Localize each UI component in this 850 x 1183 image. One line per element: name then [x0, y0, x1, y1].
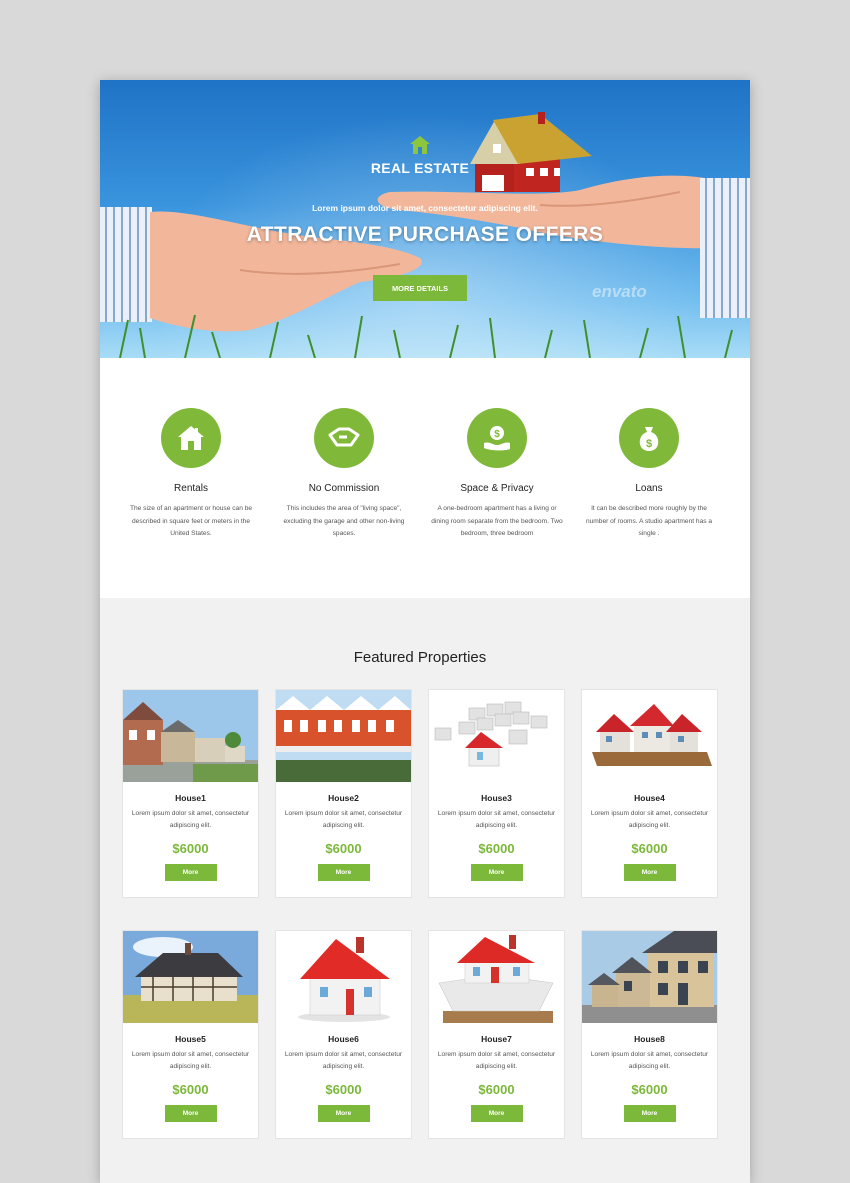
more-button[interactable]: More: [470, 1105, 523, 1122]
property-card[interactable]: House8 Lorem ipsum dolor sit amet, conse…: [581, 930, 718, 1139]
property-card[interactable]: House1 Lorem ipsum dolor sit amet, conse…: [122, 689, 259, 898]
more-button[interactable]: More: [164, 864, 217, 881]
property-desc: Lorem ipsum dolor sit amet, consectetur …: [437, 810, 556, 829]
property-price: $6000: [631, 1082, 668, 1097]
brand-name: REAL ESTATE: [370, 160, 470, 176]
property-price: $6000: [631, 841, 668, 856]
property-desc: Lorem ipsum dolor sit amet, consectetur …: [590, 810, 709, 829]
property-price: $6000: [172, 841, 209, 856]
money-hand-icon: $: [467, 408, 527, 468]
feature-no-commission: No Commission This includes the area of …: [269, 408, 419, 541]
svg-text:$: $: [494, 429, 500, 440]
feature-title: No Commission: [308, 483, 380, 494]
feature-desc: The size of an apartment or house can be…: [129, 505, 253, 537]
feature-title: Rentals: [174, 483, 208, 494]
feature-desc: A one-bedroom apartment has a living or …: [431, 505, 563, 537]
property-desc: Lorem ipsum dolor sit amet, consectetur …: [131, 810, 250, 829]
more-button[interactable]: More: [317, 864, 370, 881]
more-button[interactable]: More: [164, 1105, 217, 1122]
property-card[interactable]: House3 Lorem ipsum dolor sit amet, conse…: [428, 689, 565, 898]
property-card[interactable]: House2 Lorem ipsum dolor sit amet, conse…: [275, 689, 412, 898]
property-name: House8: [634, 1034, 665, 1044]
house-icon: [161, 408, 221, 468]
house1-photo: [123, 690, 258, 782]
property-price: $6000: [325, 1082, 362, 1097]
property-desc: Lorem ipsum dolor sit amet, consectetur …: [284, 1051, 403, 1070]
more-button[interactable]: More: [317, 1105, 370, 1122]
property-price: $6000: [478, 1082, 515, 1097]
property-price: $6000: [172, 1082, 209, 1097]
handshake-icon: [314, 408, 374, 468]
property-name: House5: [175, 1034, 206, 1044]
property-desc: Lorem ipsum dolor sit amet, consectetur …: [284, 810, 403, 829]
property-card[interactable]: House5 Lorem ipsum dolor sit amet, conse…: [122, 930, 259, 1139]
feature-title: Space & Privacy: [460, 483, 534, 494]
house5-photo: [123, 931, 258, 1023]
property-name: House6: [328, 1034, 359, 1044]
property-desc: Lorem ipsum dolor sit amet, consectetur …: [131, 1051, 250, 1070]
property-card[interactable]: House6 Lorem ipsum dolor sit amet, conse…: [275, 930, 412, 1139]
property-price: $6000: [478, 841, 515, 856]
more-button[interactable]: More: [623, 864, 676, 881]
more-button[interactable]: More: [623, 1105, 676, 1122]
house6-photo: [276, 931, 411, 1023]
feature-space-privacy: $ Space & Privacy A one-bedroom apartmen…: [422, 408, 572, 541]
property-name: House1: [175, 793, 206, 803]
money-bag-icon: $: [619, 408, 679, 468]
page: REAL ESTATE Lorem ipsum dolor sit amet, …: [100, 80, 750, 1183]
house4-photo: [582, 690, 717, 782]
property-name: House4: [634, 793, 665, 803]
house8-photo: [582, 931, 717, 1023]
feature-loans: $ Loans It can be described more roughly…: [574, 408, 724, 541]
house3-photo: [429, 690, 564, 782]
features-section: Rentals The size of an apartment or hous…: [100, 358, 750, 598]
house7-photo: [429, 931, 564, 1023]
property-desc: Lorem ipsum dolor sit amet, consectetur …: [437, 1051, 556, 1070]
house2-photo: [276, 690, 411, 782]
feature-desc: This includes the area of "living space"…: [283, 505, 405, 537]
property-name: House2: [328, 793, 359, 803]
hero-headline: ATTRACTIVE PURCHASE OFFERS: [246, 223, 604, 246]
hero-tagline: Lorem ipsum dolor sit amet, consectetur …: [312, 203, 538, 213]
more-button[interactable]: More: [470, 864, 523, 881]
feature-rentals: Rentals The size of an apartment or hous…: [116, 408, 266, 541]
property-card[interactable]: House4 Lorem ipsum dolor sit amet, conse…: [581, 689, 718, 898]
envato-watermark: envato: [592, 282, 647, 301]
featured-properties-section: Featured Properties House1 Lorem ipsum d…: [100, 598, 750, 1183]
property-card[interactable]: House7 Lorem ipsum dolor sit amet, conse…: [428, 930, 565, 1139]
property-desc: Lorem ipsum dolor sit amet, consectetur …: [590, 1051, 709, 1070]
property-name: House7: [481, 1034, 512, 1044]
hero-hands-house-illustration: [100, 112, 750, 358]
hero-banner: REAL ESTATE Lorem ipsum dolor sit amet, …: [100, 80, 750, 358]
property-name: House3: [481, 793, 512, 803]
feature-desc: It can be described more roughly by the …: [585, 505, 713, 537]
feature-title: Loans: [635, 483, 663, 494]
more-details-button[interactable]: MORE DETAILS: [373, 275, 467, 301]
section-heading: Featured Properties: [353, 649, 487, 666]
svg-text:$: $: [646, 438, 652, 450]
house-logo-icon: [410, 136, 430, 154]
property-price: $6000: [325, 841, 362, 856]
